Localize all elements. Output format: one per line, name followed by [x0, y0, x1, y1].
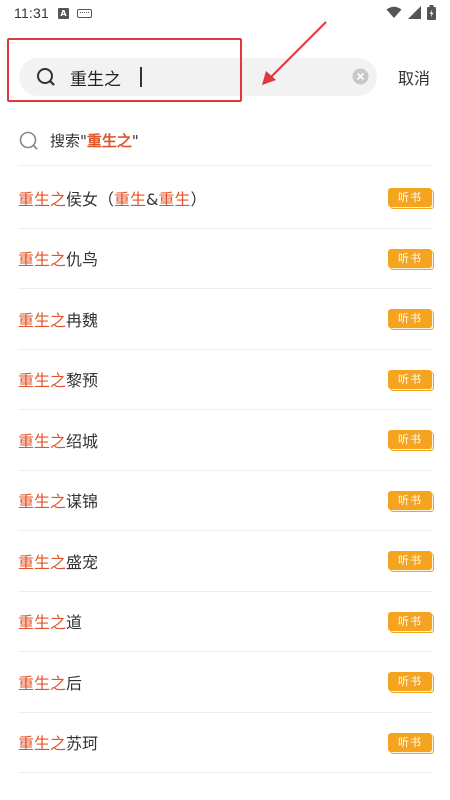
result-title: 重生之苏珂 — [18, 730, 98, 754]
listen-book-badge[interactable]: 听书 — [388, 309, 434, 330]
listen-book-badge[interactable]: 听书 — [388, 248, 434, 270]
result-title: 重生之黎预 — [18, 367, 98, 391]
suggestion-suffix: " — [131, 131, 139, 150]
result-title: 重生之仇鸟 — [18, 246, 98, 270]
title-text: 仇鸟 — [66, 250, 99, 270]
title-keyword: 重生之 — [18, 431, 67, 451]
title-text: 绍城 — [66, 431, 99, 451]
title-keyword: 重生之 — [18, 673, 67, 693]
badge-label: 听书 — [388, 430, 432, 449]
suggestion-prefix: 搜索" — [50, 132, 87, 150]
result-title: 重生之盛宠 — [18, 549, 98, 573]
search-icon — [19, 131, 38, 149]
result-row[interactable]: 重生之侯女（重生&重生） 听书 — [18, 168, 434, 229]
listen-book-badge[interactable]: 听书 — [388, 490, 434, 512]
result-title: 重生之后 — [18, 670, 82, 694]
listen-book-badge[interactable]: 听书 — [388, 188, 434, 209]
search-suggestion[interactable]: 搜索" 重生之 " — [18, 116, 432, 166]
result-title: 重生之谋锦 — [18, 488, 98, 512]
title-keyword: 重生之 — [18, 189, 67, 209]
badge-label: 听书 — [388, 551, 432, 570]
title-text: 后 — [66, 673, 83, 693]
title-keyword: 重生之 — [18, 371, 67, 391]
title-text: & — [146, 189, 159, 209]
badge-label: 听书 — [388, 369, 432, 389]
badge-label: 听书 — [388, 490, 432, 510]
result-row[interactable]: 重生之黎预 听书 — [18, 350, 434, 410]
annotation-arrow — [262, 21, 327, 85]
listen-book-badge[interactable]: 听书 — [388, 672, 434, 693]
badge-label: 听书 — [388, 309, 432, 328]
result-title: 重生之冉魏 — [18, 307, 98, 331]
title-text: 道 — [66, 613, 83, 633]
listen-book-badge[interactable]: 听书 — [388, 611, 434, 633]
listen-book-badge[interactable]: 听书 — [388, 369, 434, 391]
title-keyword: 重生之 — [18, 613, 67, 633]
badge-label: 听书 — [388, 248, 432, 268]
title-text: 黎预 — [66, 371, 99, 391]
badge-label: 听书 — [388, 672, 432, 691]
title-text: 冉魏 — [66, 310, 99, 330]
title-keyword: 重生之 — [18, 492, 67, 512]
title-keyword: 重生之 — [18, 250, 67, 270]
badge-label: 听书 — [388, 732, 432, 752]
result-row[interactable]: 重生之绍城 听书 — [18, 410, 434, 471]
suggestion-keyword: 重生之 — [86, 132, 132, 150]
result-row[interactable]: 重生之后 听书 — [18, 652, 434, 713]
result-row[interactable]: 重生之仇鸟 听书 — [18, 229, 434, 289]
title-keyword: 重生 — [158, 189, 191, 209]
result-row[interactable]: 重生之盛宠 听书 — [18, 531, 434, 592]
result-row[interactable]: 重生之道 听书 — [18, 592, 434, 652]
listen-book-badge[interactable]: 听书 — [388, 551, 434, 572]
result-row[interactable]: 重生之冉魏 听书 — [18, 289, 434, 350]
title-text: 侯女（ — [66, 189, 115, 209]
result-title: 重生之绍城 — [18, 428, 98, 452]
badge-label: 听书 — [388, 611, 432, 631]
result-list: 重生之侯女（重生&重生） 听书 重生之仇鸟 听书 重生之冉魏 听书 重生之黎预 听书 重生之绍城… — [18, 168, 434, 773]
result-row[interactable]: 重生之苏珂 听书 — [18, 713, 434, 773]
badge-label: 听书 — [388, 188, 432, 207]
title-text: 谋锦 — [66, 492, 99, 512]
title-text: 苏珂 — [66, 734, 99, 754]
title-text: ） — [190, 189, 207, 209]
result-title: 重生之侯女（重生&重生） — [18, 186, 207, 210]
title-keyword: 重生之 — [18, 552, 67, 572]
title-keyword: 重生 — [114, 189, 147, 209]
title-keyword: 重生之 — [18, 310, 67, 330]
listen-book-badge[interactable]: 听书 — [388, 430, 434, 451]
listen-book-badge[interactable]: 听书 — [388, 732, 434, 754]
title-text: 盛宠 — [66, 552, 99, 572]
result-title: 重生之道 — [18, 609, 82, 633]
title-keyword: 重生之 — [18, 734, 67, 754]
result-row[interactable]: 重生之谋锦 听书 — [18, 471, 434, 531]
